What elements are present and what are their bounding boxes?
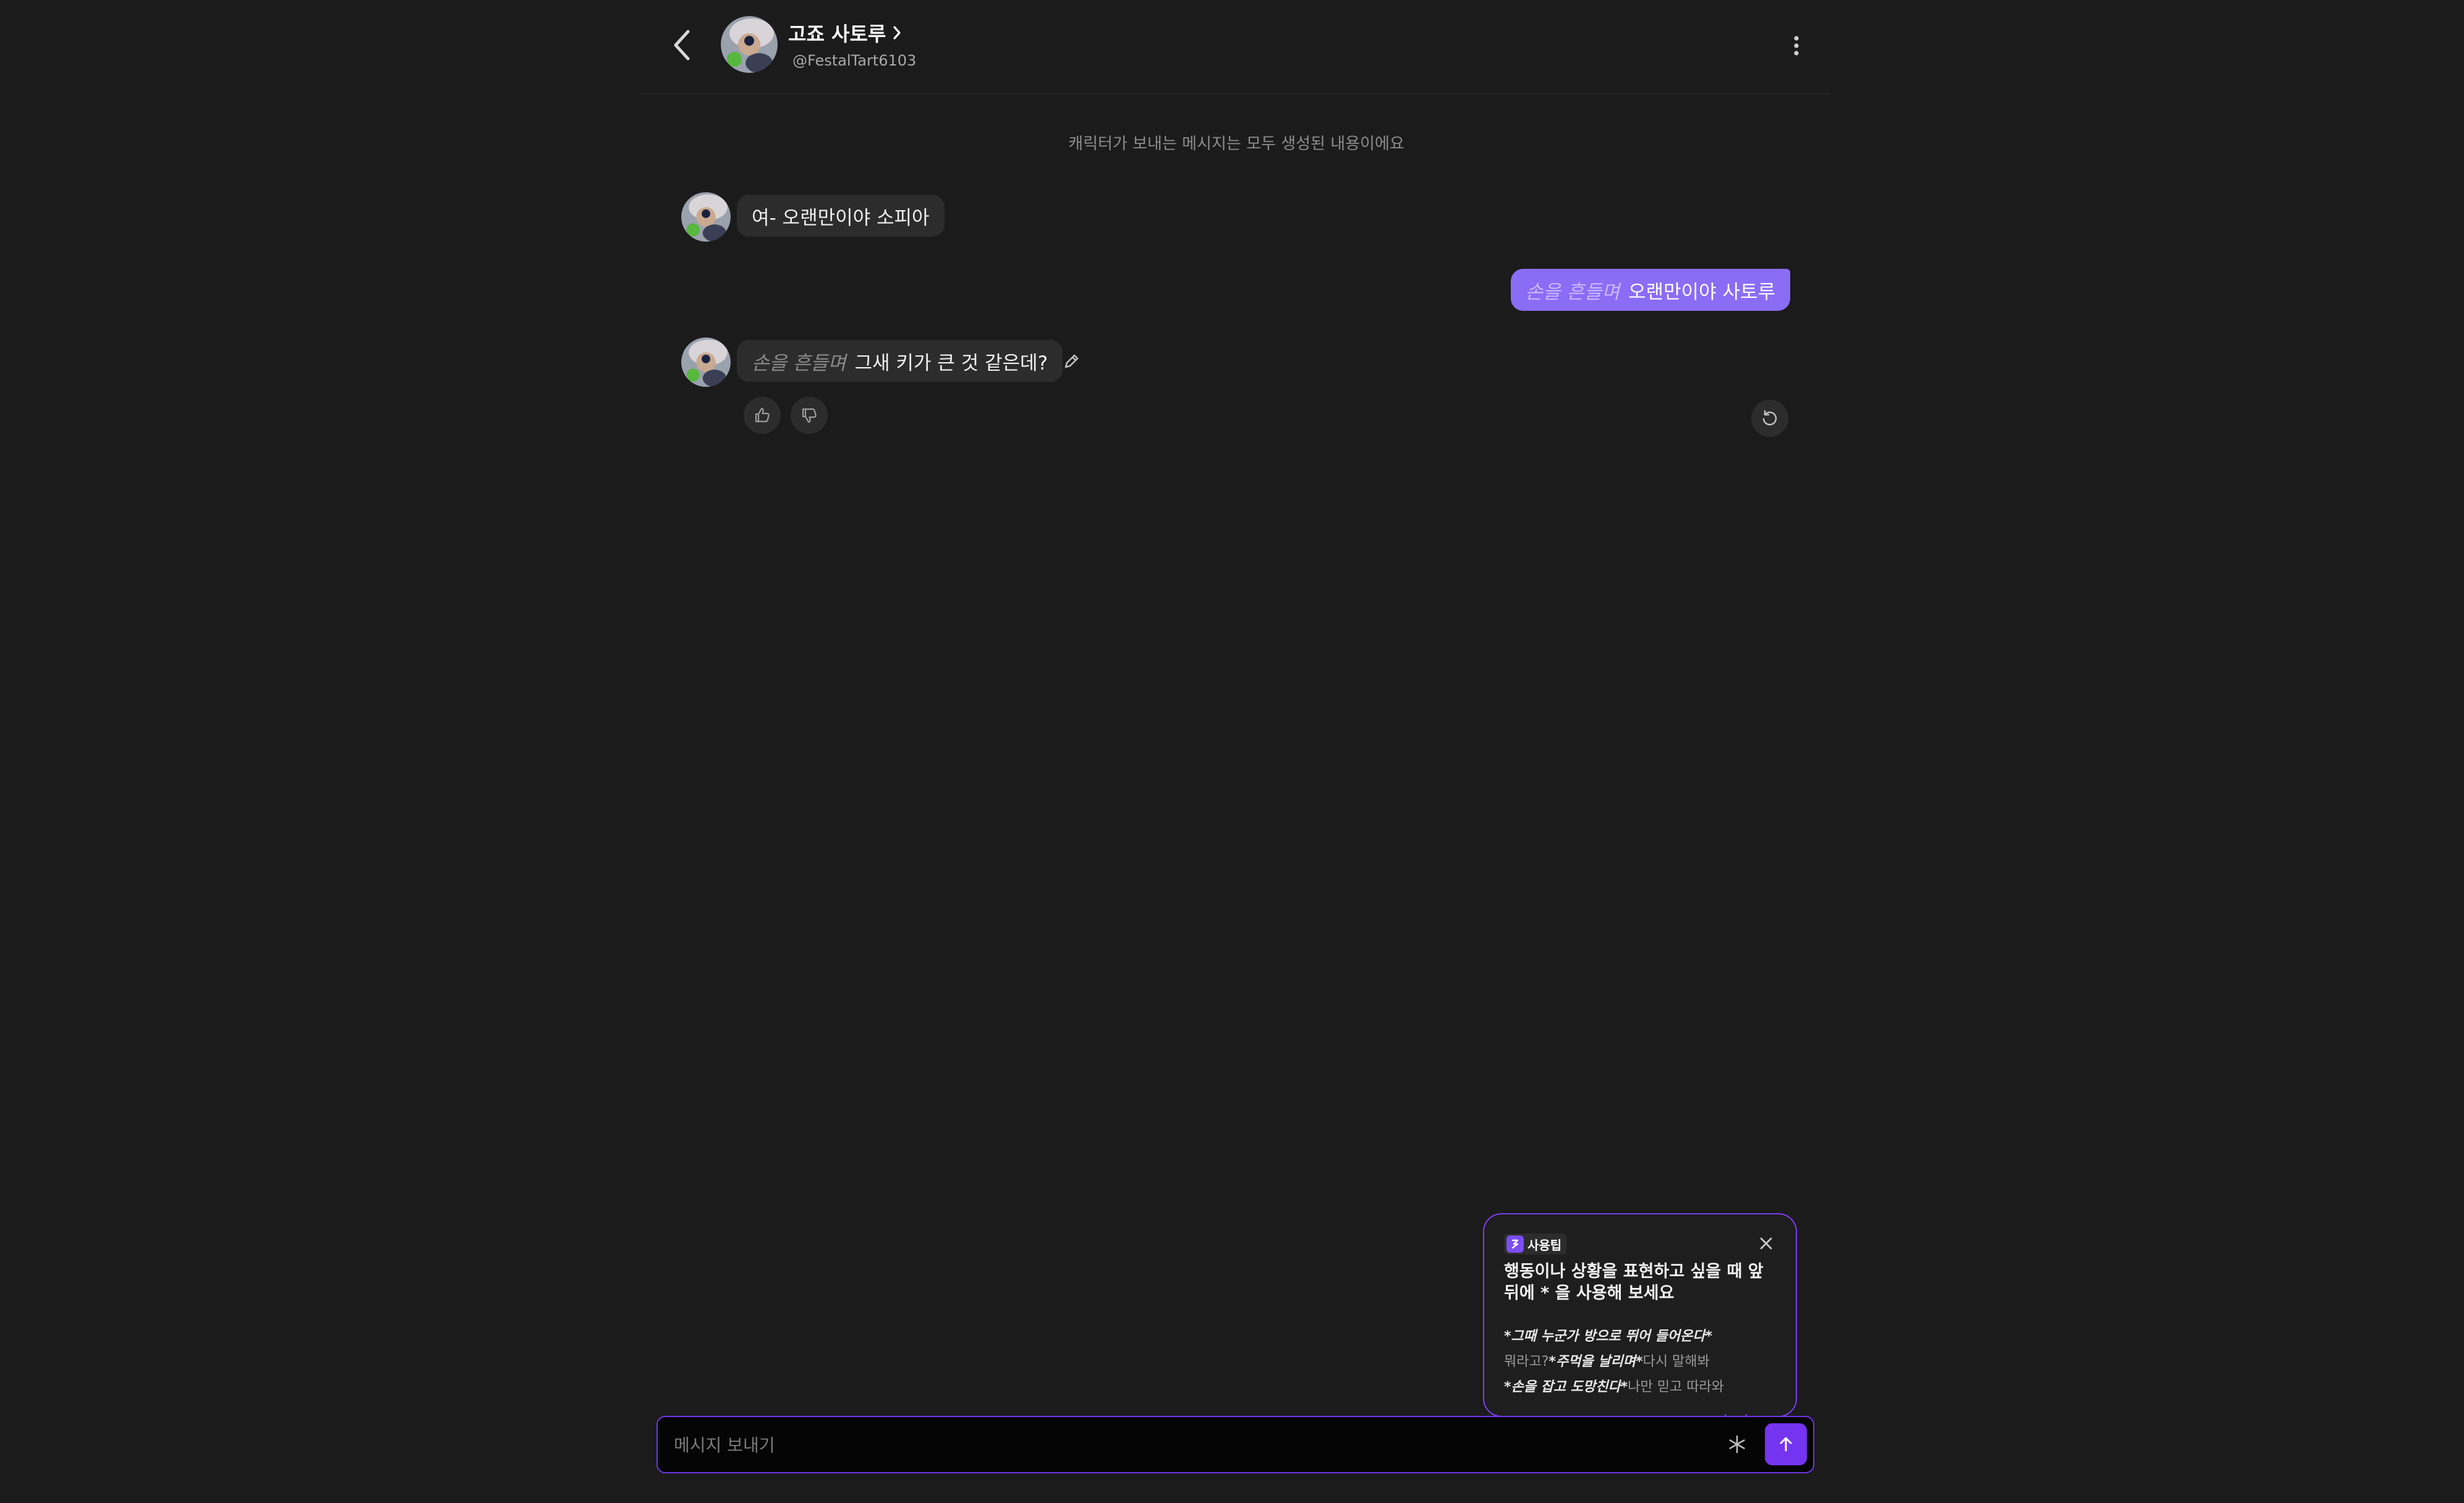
pencil-icon (1064, 354, 1079, 368)
creator-handle: @FestalTart6103 (792, 52, 917, 69)
message-avatar[interactable] (681, 337, 731, 387)
asterisk-icon (1729, 1435, 1745, 1454)
avatar-image (681, 192, 731, 242)
message-action: 손을 흔들며 (752, 352, 846, 375)
close-icon (1760, 1237, 1772, 1250)
tip-example: 뭐라고?*주먹을 날리며*다시 말해봐 (1504, 1350, 1710, 1370)
refresh-icon (1762, 410, 1777, 426)
message-input[interactable] (673, 1423, 1695, 1467)
back-button[interactable] (668, 27, 697, 64)
character-name-text: 고죠 사토루 (788, 22, 886, 46)
more-menu-button[interactable] (1785, 31, 1808, 61)
tip-example-text: 다시 말해봐 (1642, 1354, 1710, 1370)
message-avatar[interactable] (681, 192, 731, 242)
send-button[interactable] (1765, 1423, 1807, 1465)
character-name[interactable]: 고죠 사토루 (788, 19, 902, 47)
arrow-up-icon (1780, 1437, 1792, 1452)
regenerate-button[interactable] (1751, 400, 1788, 437)
thumbs-up-icon (755, 407, 770, 423)
message-text: 여- 오랜만이야 소피아 (752, 206, 930, 229)
tip-example: *손을 잡고 도망친다*나만 믿고 따라와 (1504, 1376, 1724, 1395)
brand-logo-icon (1506, 1235, 1524, 1253)
close-tip-button[interactable] (1754, 1232, 1778, 1255)
header-divider (640, 93, 1830, 95)
tip-badge: 사용팁 (1504, 1234, 1567, 1255)
message-text: 그새 키가 큰 것 같은데? (854, 352, 1048, 375)
tip-example-emphasis: *그때 누군가 방으로 뛰어 들어온다* (1504, 1329, 1713, 1344)
tip-example-emphasis: *주먹을 날리며* (1548, 1354, 1643, 1370)
tip-example-text: 나만 믿고 따라와 (1628, 1379, 1724, 1395)
character-message: 여- 오랜만이야 소피아 (737, 195, 945, 237)
edit-message-button[interactable] (1059, 349, 1084, 374)
avatar-image (721, 16, 778, 73)
more-vertical-icon (1794, 36, 1799, 56)
action-asterisk-button[interactable] (1722, 1429, 1752, 1459)
tip-example-text: 뭐라고? (1504, 1354, 1549, 1370)
thumbs-down-button[interactable] (791, 397, 828, 434)
tip-badge-label: 사용팁 (1527, 1237, 1562, 1253)
user-message: 손을 흔들며 오랜만이야 사토루 (1510, 269, 1790, 311)
ai-generated-notice: 캐릭터가 보내는 메시지는 모두 생성된 내용이에요 (1068, 135, 1404, 153)
character-message: 손을 흔들며 그새 키가 큰 것 같은데? (737, 340, 1063, 382)
message-text: 오랜만이야 사토루 (1628, 281, 1775, 303)
character-avatar[interactable] (721, 16, 778, 73)
avatar-image (681, 337, 731, 387)
chevron-right-icon (893, 26, 901, 40)
tip-example-emphasis: *손을 잡고 도망친다* (1504, 1379, 1628, 1395)
chevron-left-icon (674, 30, 690, 61)
thumbs-up-button[interactable] (744, 397, 781, 434)
thumbs-down-icon (802, 408, 817, 423)
tip-example: *그때 누군가 방으로 뛰어 들어온다* (1504, 1325, 1712, 1345)
tip-heading: 행동이나 상황을 표현하고 싶을 때 앞뒤에 * 을 사용해 보세요 (1504, 1262, 1764, 1303)
message-action: 손을 흔들며 (1525, 281, 1620, 303)
